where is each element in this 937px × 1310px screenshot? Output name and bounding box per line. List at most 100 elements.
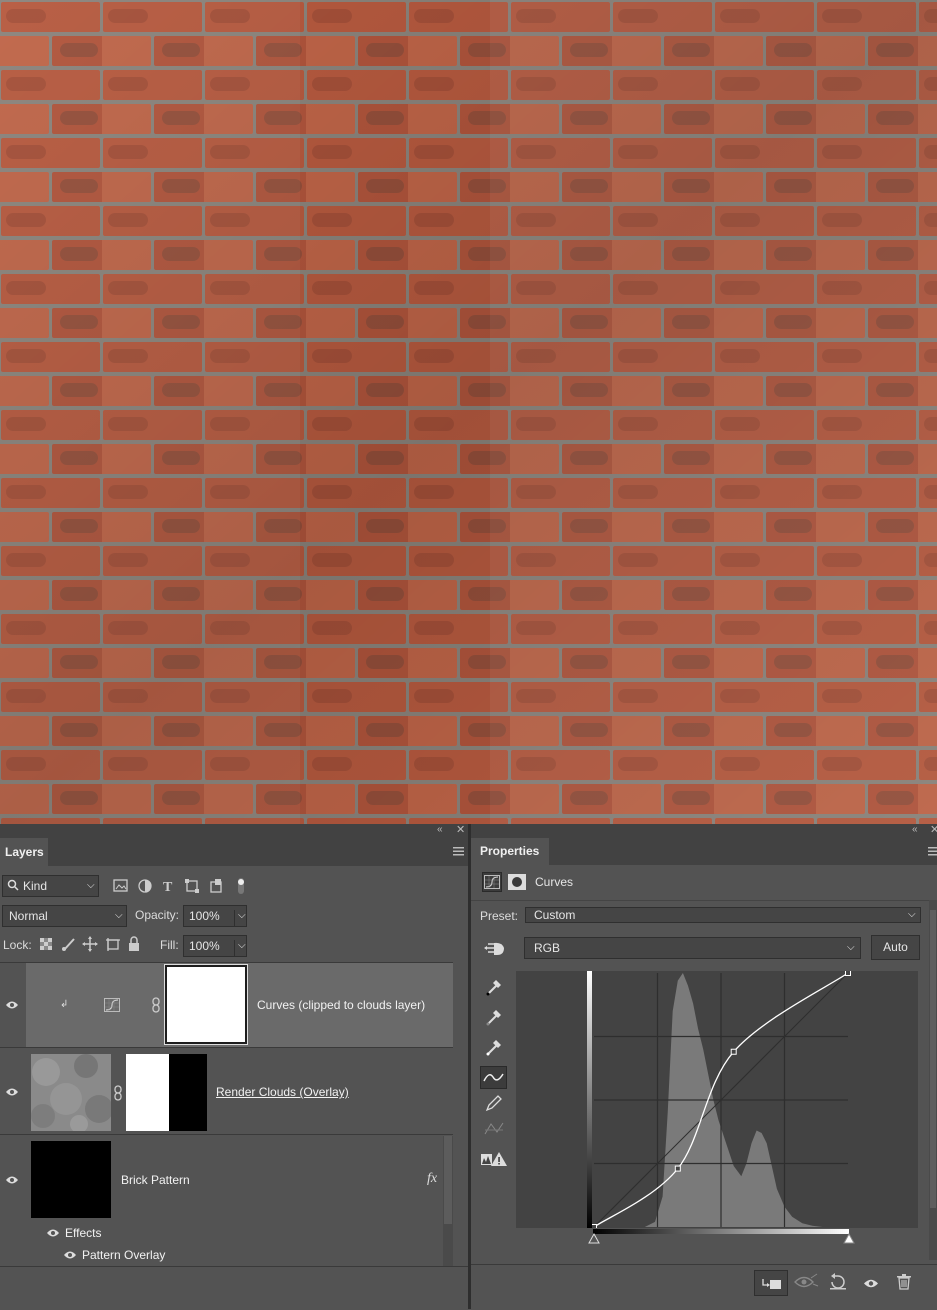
eyedropper-icon[interactable] (485, 1006, 503, 1026)
trash-icon (897, 1274, 911, 1290)
link-icon[interactable] (152, 997, 160, 1013)
curves-graph[interactable] (516, 971, 918, 1228)
curve-control-point[interactable] (730, 1048, 737, 1055)
layer-thumbnail[interactable] (31, 1054, 111, 1131)
chevron-down-icon: ⌵ (115, 910, 123, 921)
layer-name: Render Clouds (Overlay) (216, 1085, 349, 1099)
delete-adjustment-button[interactable] (889, 1270, 919, 1296)
mask-white-region (126, 1054, 169, 1131)
chevron-down-icon[interactable]: ⌵ (234, 940, 246, 956)
eye-icon[interactable] (63, 1250, 77, 1260)
lock-move-icon (82, 936, 98, 952)
layer-row-curves[interactable]: ↲ Curves (clipped to clouds layer) (26, 963, 453, 1048)
eye-icon[interactable] (5, 1087, 19, 1097)
scrollbar-thumb[interactable] (930, 910, 936, 1208)
lock-brush-icon (62, 938, 75, 951)
link-icon[interactable] (114, 1085, 122, 1101)
pencil-icon[interactable] (485, 1094, 503, 1112)
collapse-icon[interactable]: « (437, 824, 443, 835)
clip-to-layer-button[interactable] (754, 1270, 788, 1296)
layers-tab-bar (0, 838, 468, 866)
scrollbar-thumb[interactable] (444, 1136, 452, 1224)
panel-menu-icon[interactable] (453, 845, 465, 857)
opacity-field[interactable]: 100% ⌵ (183, 905, 247, 927)
eye-icon[interactable] (5, 1175, 19, 1185)
smooth-curve-icon[interactable] (483, 1120, 505, 1138)
adjustment-properties-button[interactable] (482, 872, 502, 892)
filter-adjustment-icon (138, 879, 152, 893)
channel-select[interactable]: RGB ⌵ (524, 937, 861, 959)
opacity-label: Opacity: (135, 908, 180, 922)
layer-mask-thumbnail[interactable] (126, 1054, 207, 1131)
curve-control-point[interactable] (845, 971, 851, 976)
collapse-icon[interactable]: « (912, 824, 918, 835)
chevron-down-icon[interactable]: ⌵ (234, 910, 246, 926)
layer-name: Curves (clipped to clouds layer) (257, 998, 426, 1012)
reset-adjustment-button[interactable] (823, 1270, 853, 1296)
curves-graph-svg[interactable] (516, 971, 918, 1228)
document-canvas[interactable] (0, 0, 937, 824)
chevron-down-icon: ⌵ (87, 880, 95, 891)
fill-field[interactable]: 100% ⌵ (183, 935, 247, 957)
layers-panel-dock-bar: « ✕ (0, 824, 468, 838)
eye-icon (5, 1000, 19, 1010)
tab-properties[interactable]: Properties (471, 838, 549, 865)
layers-scrollbar[interactable] (443, 1136, 453, 1266)
blend-mode-value: Normal (9, 909, 48, 923)
svg-text:T: T (163, 880, 173, 894)
output-gradient-bar (587, 971, 592, 1228)
mask-icon (508, 874, 526, 890)
blend-mode-select[interactable]: Normal ⌵ (2, 905, 127, 927)
input-gradient-bar (593, 1229, 849, 1234)
layer-filter-select[interactable]: Kind ⌵ (2, 875, 99, 897)
eyedropper-icon[interactable] (485, 1036, 503, 1056)
layer-mask-thumbnail[interactable] (164, 964, 248, 1045)
close-icon[interactable]: ✕ (456, 823, 465, 836)
black-point-slider[interactable] (588, 1233, 600, 1245)
toggle-visibility-button[interactable] (856, 1270, 886, 1296)
auto-button-label: Auto (883, 940, 908, 954)
chevron-down-icon: ⌵ (908, 909, 916, 920)
eye-icon[interactable] (46, 1228, 60, 1238)
curve-tool-icon[interactable] (480, 1066, 507, 1089)
adjustment-name: Curves (535, 875, 574, 889)
effect-item-pattern-overlay[interactable]: Pattern Overlay (82, 1248, 165, 1262)
auto-button[interactable]: Auto (871, 935, 920, 960)
properties-panel-dock-bar: « ✕ (471, 824, 937, 838)
clip-icon: ↲ (60, 999, 69, 1010)
curve-control-point[interactable] (591, 1224, 597, 1229)
mask-properties-button[interactable] (506, 872, 528, 892)
clipping-warning-icon[interactable] (480, 1150, 508, 1168)
eye-icon (863, 1278, 879, 1289)
preset-select[interactable]: Custom ⌵ (525, 907, 921, 923)
layer-row-brick-pattern[interactable]: Brick Pattern fx ^ (0, 1136, 453, 1224)
curve-control-point[interactable] (674, 1165, 681, 1172)
preset-label: Preset: (480, 909, 519, 923)
chevron-down-icon: ⌵ (847, 942, 855, 953)
layer-effects-badge[interactable]: fx (427, 1171, 437, 1187)
fill-value: 100% (189, 939, 220, 953)
layer-thumbnail[interactable] (31, 1141, 111, 1218)
filter-type-icon: T (163, 880, 173, 894)
tab-layers[interactable]: Layers (0, 838, 48, 866)
lock-icons[interactable] (38, 936, 144, 952)
white-point-slider[interactable] (843, 1233, 855, 1245)
filter-kind-label: Kind (23, 879, 48, 893)
filter-smart-object-icon (210, 879, 222, 893)
hand-adjust-icon (482, 940, 508, 958)
preset-value: Custom (534, 908, 576, 922)
layer-filter-icons: T (112, 878, 252, 894)
effects-label: Effects (65, 1226, 102, 1240)
curves-adjustment-icon (484, 875, 500, 889)
filter-pixel-icon (113, 879, 128, 892)
close-icon[interactable]: ✕ (930, 823, 937, 836)
view-previous-state-button[interactable] (791, 1270, 821, 1296)
targeted-adjustment-tool[interactable] (480, 938, 508, 958)
layer-row-render-clouds[interactable]: Render Clouds (Overlay) (0, 1049, 453, 1135)
visibility-toggle[interactable] (0, 963, 26, 1048)
properties-scrollbar[interactable] (929, 900, 937, 1260)
properties-footer (471, 1264, 937, 1310)
eyedropper-icon[interactable] (485, 976, 503, 996)
lock-transparent-icon (40, 938, 52, 950)
panel-menu-icon[interactable] (928, 845, 937, 857)
